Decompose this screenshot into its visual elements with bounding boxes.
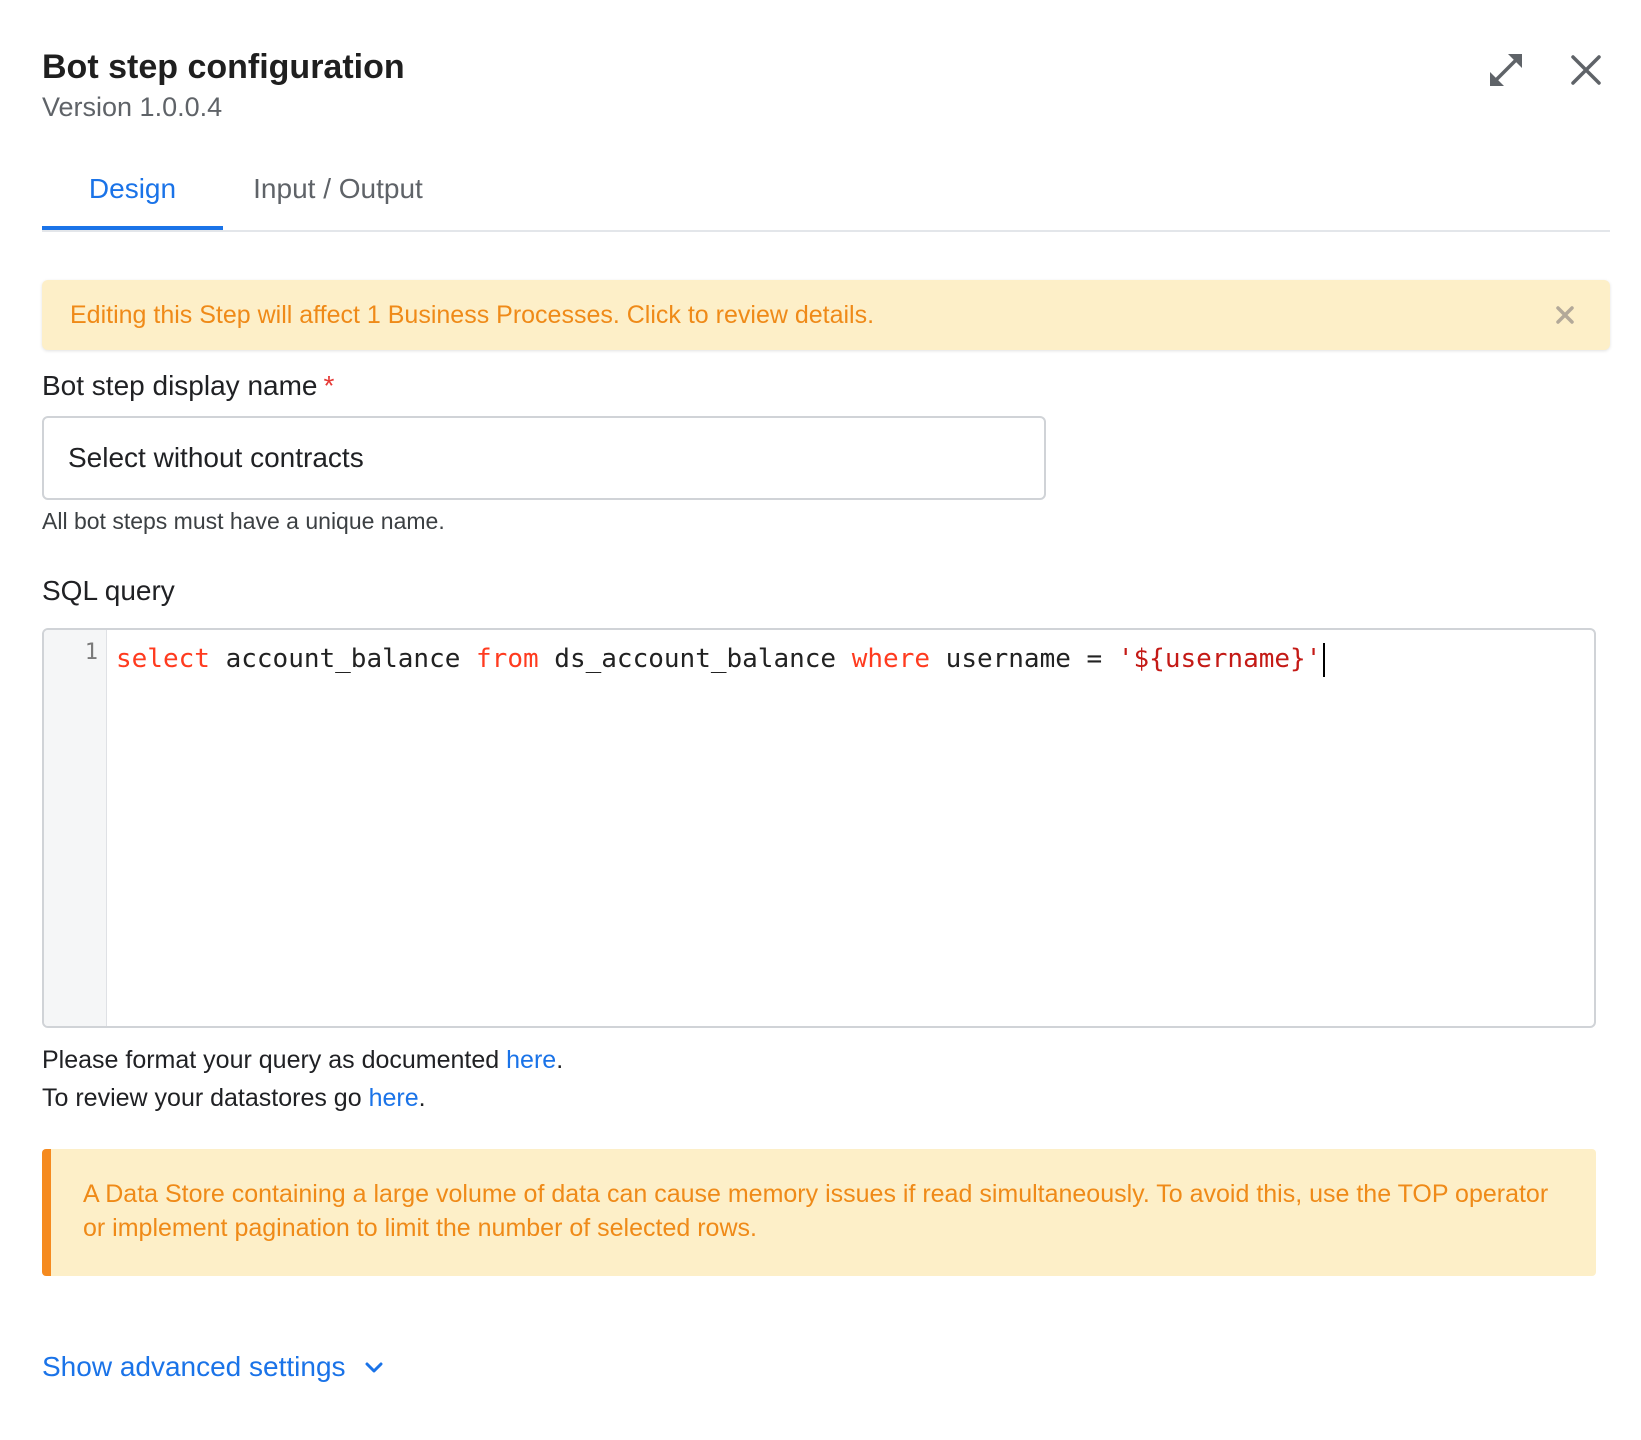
datastores-doc-text: To review your datastores go — [42, 1084, 369, 1112]
chevron-down-icon — [365, 1362, 383, 1373]
sql-token: ds_account_balance — [538, 644, 852, 674]
editor-gutter: 1 — [44, 630, 107, 1026]
display-name-hint: All bot steps must have a unique name. — [42, 508, 445, 534]
sql-code-line[interactable]: select account_balance from ds_account_b… — [116, 640, 1326, 678]
datastores-doc-line: To review your datastores go here. — [42, 1084, 426, 1113]
tab-bar: Design Input / Output — [42, 150, 1610, 232]
sql-token: username = — [930, 644, 1118, 674]
sql-editor[interactable]: 1 select account_balance from ds_account… — [42, 628, 1596, 1028]
display-name-label: Bot step display name * — [42, 370, 334, 402]
memory-warning-alert: A Data Store containing a large volume o… — [42, 1149, 1596, 1276]
show-advanced-settings-toggle[interactable]: Show advanced settings — [42, 1351, 386, 1383]
advanced-settings-label: Show advanced settings — [42, 1351, 346, 1382]
sql-keyword-select: select — [116, 644, 210, 674]
sql-query-label: SQL query — [42, 575, 175, 606]
text-cursor — [1323, 642, 1326, 677]
format-doc-link[interactable]: here — [506, 1046, 556, 1074]
affected-processes-text[interactable]: Editing this Step will affect 1 Business… — [70, 280, 874, 350]
datastores-link[interactable]: here — [369, 1084, 419, 1112]
sql-keyword-where: where — [851, 644, 931, 674]
panel-title: Bot step configuration — [42, 48, 405, 86]
format-doc-line: Please format your query as documented h… — [42, 1046, 563, 1075]
line-number: 1 — [84, 640, 98, 665]
version-label: Version 1.0.0.4 — [42, 92, 223, 122]
display-name-label-text: Bot step display name — [42, 370, 318, 401]
tab-design[interactable]: Design — [42, 150, 223, 230]
tab-input-output[interactable]: Input / Output — [223, 150, 453, 228]
sql-string-literal: '${username}' — [1117, 644, 1322, 674]
required-marker: * — [323, 370, 335, 401]
expand-icon — [1490, 54, 1522, 86]
display-name-input[interactable] — [42, 416, 1046, 500]
datastores-doc-period: . — [418, 1084, 426, 1112]
close-icon — [1556, 306, 1574, 324]
bot-step-config-panel: Bot step configuration Version 1.0.0.4 D… — [0, 0, 1641, 1440]
format-doc-text: Please format your query as documented — [42, 1046, 507, 1074]
sql-token: account_balance — [209, 644, 477, 674]
expand-button[interactable] — [1480, 44, 1532, 96]
close-button[interactable] — [1560, 44, 1612, 96]
affected-processes-alert[interactable]: Editing this Step will affect 1 Business… — [42, 280, 1610, 350]
format-doc-period: . — [556, 1046, 564, 1074]
alert-close-button[interactable] — [1550, 300, 1580, 330]
sql-keyword-from: from — [476, 644, 539, 674]
close-icon — [1571, 55, 1601, 85]
memory-warning-text: A Data Store containing a large volume o… — [83, 1180, 1549, 1242]
